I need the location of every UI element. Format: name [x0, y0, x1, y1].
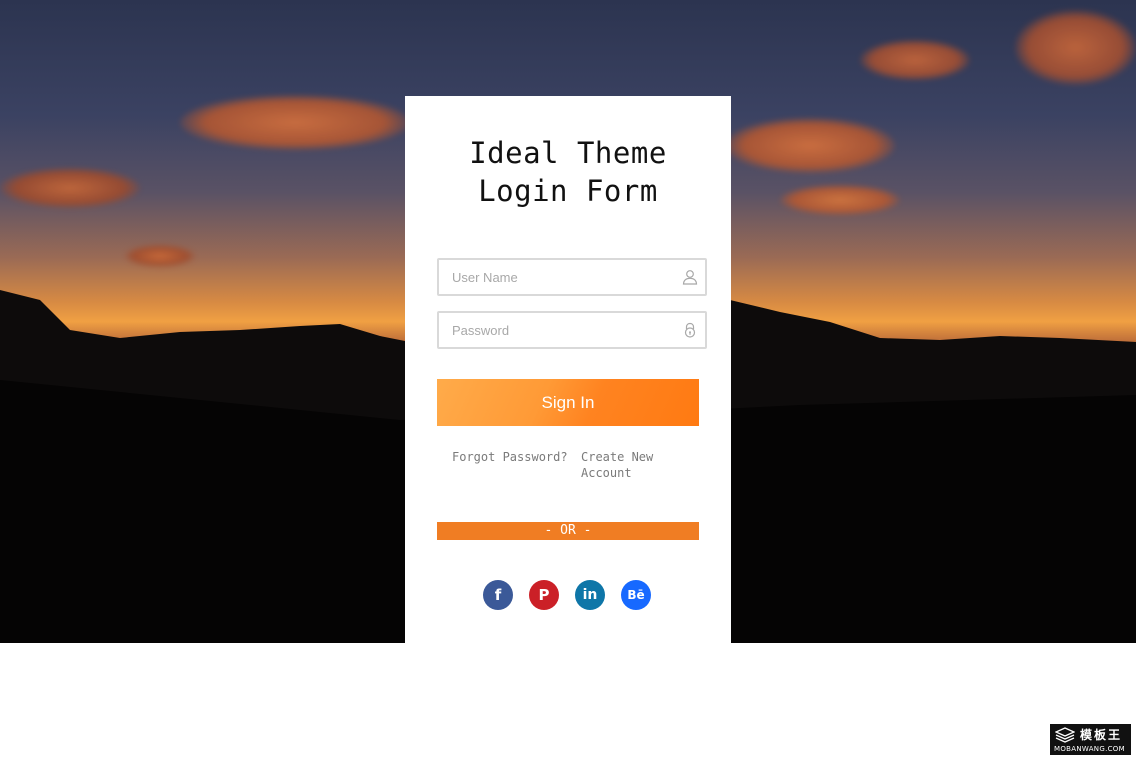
lock-icon — [684, 322, 696, 338]
form-title-line1: Ideal Theme — [469, 136, 667, 170]
form-title: Ideal Theme Login Form — [405, 134, 731, 210]
pinterest-icon[interactable]: P — [529, 580, 559, 610]
username-field[interactable] — [437, 258, 707, 296]
login-card: Ideal Theme Login Form Sign In Forgot Pa… — [405, 96, 731, 643]
username-input[interactable] — [439, 260, 679, 294]
stack-icon — [1055, 727, 1075, 743]
forgot-password-link[interactable]: Forgot Password? — [452, 449, 568, 465]
watermark-en: MOBANWANG.COM — [1054, 745, 1125, 753]
watermark-logo: 模板王 MOBANWANG.COM — [1050, 724, 1131, 755]
password-field[interactable] — [437, 311, 707, 349]
sign-in-button[interactable]: Sign In — [437, 379, 699, 426]
create-account-link[interactable]: Create New Account — [581, 449, 671, 481]
password-input[interactable] — [439, 313, 679, 347]
or-divider: - OR - — [437, 522, 699, 540]
user-icon — [682, 270, 698, 285]
form-title-line2: Login Form — [478, 174, 658, 208]
behance-icon[interactable]: Bē — [621, 580, 651, 610]
linkedin-icon[interactable]: in — [575, 580, 605, 610]
facebook-icon[interactable]: f — [483, 580, 513, 610]
watermark-cn: 模板王 — [1080, 728, 1123, 742]
